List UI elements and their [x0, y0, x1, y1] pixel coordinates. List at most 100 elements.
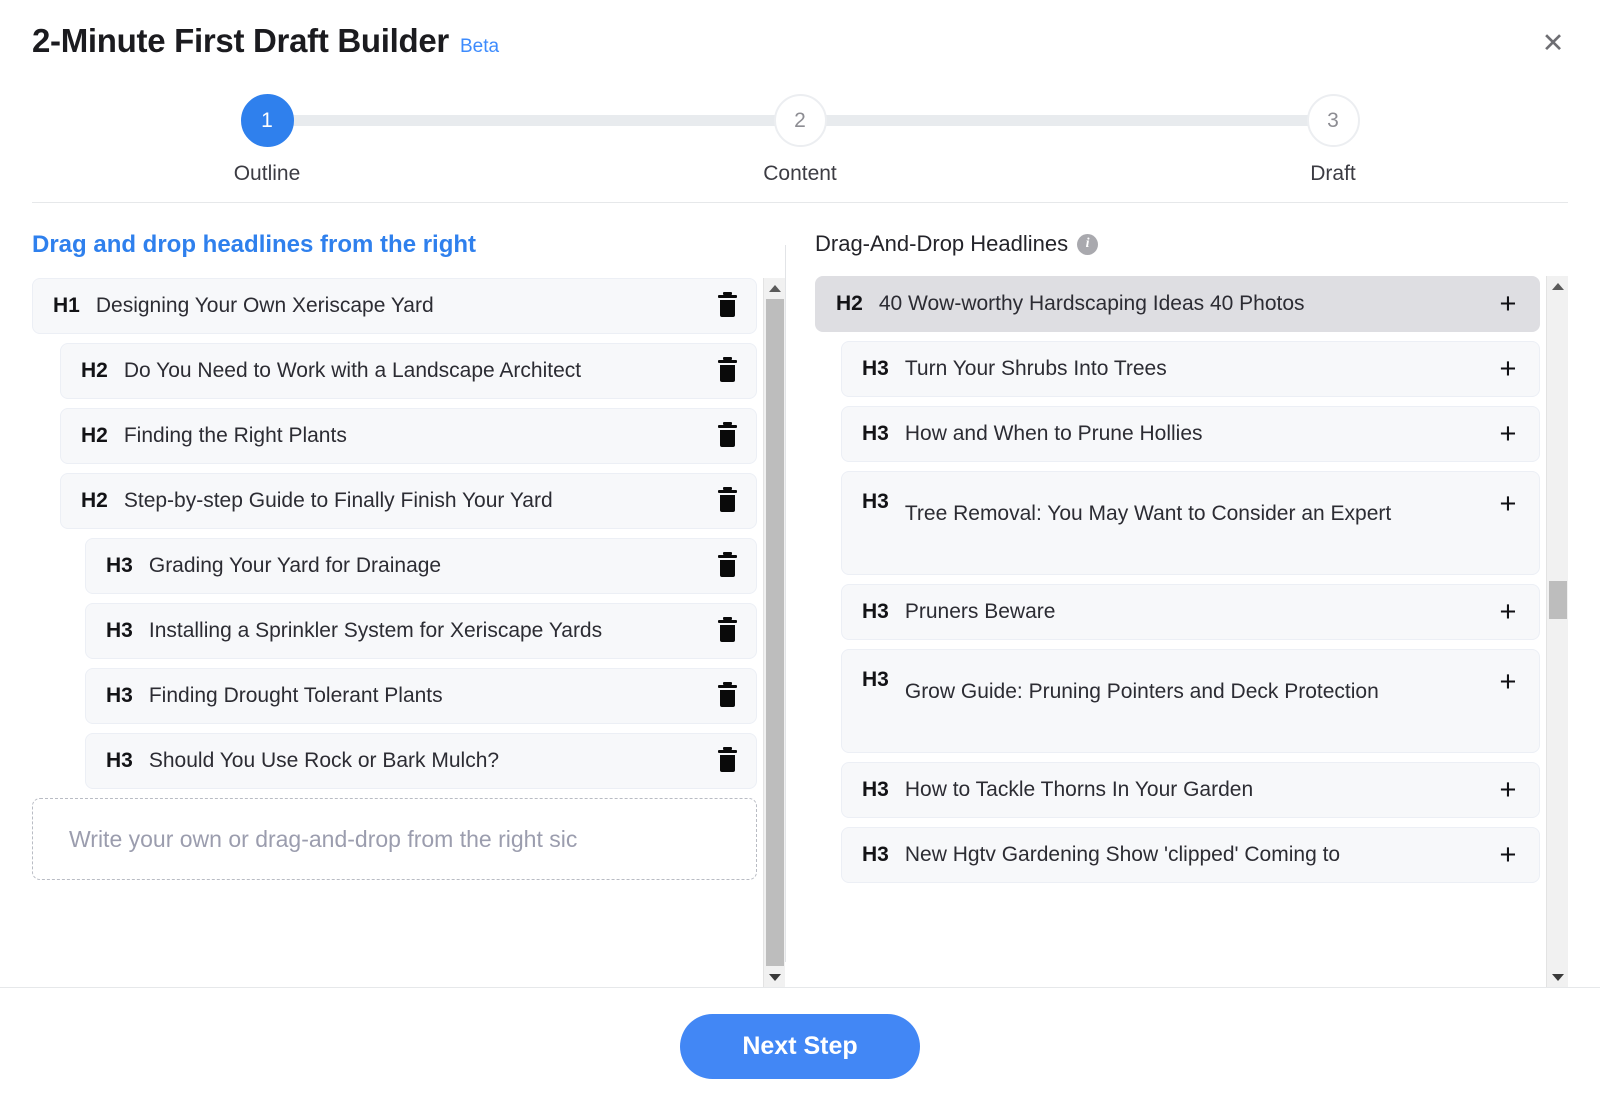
scroll-up-icon[interactable]: [764, 278, 785, 298]
heading-text: Pruners Beware: [905, 596, 1495, 629]
title-row: 2-Minute First Draft Builder Beta: [32, 22, 1568, 60]
step-number-3: 3: [1307, 94, 1360, 147]
trash-icon[interactable]: [714, 295, 740, 317]
heading-tag: H3: [842, 488, 905, 514]
trash-icon[interactable]: [714, 750, 740, 772]
modal-footer: Next Step: [0, 987, 1600, 1109]
step-draft[interactable]: 3 Draft: [1248, 94, 1418, 186]
beta-badge: Beta: [460, 36, 499, 58]
scroll-up-icon[interactable]: [1547, 276, 1568, 296]
plus-icon[interactable]: +: [1495, 776, 1521, 805]
step-label-3: Draft: [1310, 162, 1356, 186]
close-icon[interactable]: ✕: [1536, 26, 1570, 60]
heading-text: Finding Drought Tolerant Plants: [149, 680, 714, 713]
trash-icon[interactable]: [714, 360, 740, 382]
stepper: 1 Outline 2 Content 3 Draft: [182, 94, 1418, 190]
plus-icon[interactable]: +: [1495, 290, 1521, 319]
heading-text: How to Tackle Thorns In Your Garden: [905, 774, 1495, 807]
plus-icon[interactable]: +: [1495, 598, 1521, 627]
heading-text: Turn Your Shrubs Into Trees: [905, 353, 1495, 386]
step-outline[interactable]: 1 Outline: [182, 94, 352, 186]
trash-icon[interactable]: [714, 555, 740, 577]
page-title: 2-Minute First Draft Builder: [32, 22, 449, 60]
heading-text: Step-by-step Guide to Finally Finish You…: [124, 485, 714, 518]
step-number-1: 1: [241, 94, 294, 147]
heading-tag: H3: [842, 666, 905, 692]
plus-icon[interactable]: +: [1495, 666, 1521, 697]
modal-header: 2-Minute First Draft Builder Beta ✕ 1 Ou…: [0, 0, 1600, 190]
step-number-2: 2: [774, 94, 827, 147]
first-draft-builder-modal: 2-Minute First Draft Builder Beta ✕ 1 Ou…: [0, 0, 1600, 1109]
scrollbar-thumb[interactable]: [766, 299, 784, 966]
write-your-own-input[interactable]: Write your own or drag-and-drop from the…: [32, 798, 757, 880]
heading-text: Should You Use Rock or Bark Mulch?: [149, 745, 714, 778]
suggestion-row[interactable]: H3 Grow Guide: Pruning Pointers and Deck…: [841, 649, 1540, 753]
panel-divider: [785, 245, 786, 962]
heading-tag: H3: [842, 843, 905, 867]
heading-text: Finding the Right Plants: [124, 420, 714, 453]
heading-tag: H3: [86, 749, 149, 773]
heading-tag: H3: [842, 600, 905, 624]
outline-list-wrap: H1 Designing Your Own Xeriscape Yard H2 …: [32, 278, 785, 987]
heading-text: Do You Need to Work with a Landscape Arc…: [124, 355, 714, 388]
suggestion-row[interactable]: H2 40 Wow-worthy Hardscaping Ideas 40 Ph…: [815, 276, 1540, 332]
scroll-down-icon[interactable]: [1547, 967, 1568, 987]
suggestions-list-wrap: H2 40 Wow-worthy Hardscaping Ideas 40 Ph…: [815, 276, 1568, 987]
heading-tag: H3: [86, 684, 149, 708]
suggestion-row[interactable]: H3 Turn Your Shrubs Into Trees +: [841, 341, 1540, 397]
heading-text: New Hgtv Gardening Show 'clipped' Coming…: [905, 839, 1495, 872]
suggestions-panel-heading: Drag-And-Drop Headlines i: [815, 231, 1568, 257]
info-icon[interactable]: i: [1077, 234, 1098, 255]
heading-tag: H3: [842, 357, 905, 381]
outline-panel: Drag and drop headlines from the right H…: [32, 203, 785, 987]
outline-row[interactable]: H2 Do You Need to Work with a Landscape …: [60, 343, 757, 399]
step-content[interactable]: 2 Content: [715, 94, 885, 186]
suggestions-panel: Drag-And-Drop Headlines i H2 40 Wow-wort…: [785, 203, 1568, 987]
heading-tag: H2: [61, 424, 124, 448]
heading-tag: H1: [33, 294, 96, 318]
outline-row[interactable]: H3 Finding Drought Tolerant Plants: [85, 668, 757, 724]
outline-row[interactable]: H1 Designing Your Own Xeriscape Yard: [32, 278, 757, 334]
trash-icon[interactable]: [714, 425, 740, 447]
outline-panel-heading: Drag and drop headlines from the right: [32, 231, 785, 259]
heading-tag: H2: [816, 292, 879, 316]
heading-tag: H3: [842, 422, 905, 446]
trash-icon[interactable]: [714, 620, 740, 642]
heading-text: Installing a Sprinkler System for Xerisc…: [149, 615, 714, 648]
scroll-down-icon[interactable]: [764, 967, 785, 987]
heading-tag: H3: [86, 554, 149, 578]
trash-icon[interactable]: [714, 490, 740, 512]
suggestions-list: H2 40 Wow-worthy Hardscaping Ideas 40 Ph…: [815, 276, 1540, 987]
heading-tag: H2: [61, 489, 124, 513]
step-label-2: Content: [763, 162, 837, 186]
suggestion-row[interactable]: H3 Pruners Beware +: [841, 584, 1540, 640]
heading-text: Tree Removal: You May Want to Consider a…: [905, 488, 1495, 539]
heading-text: Designing Your Own Xeriscape Yard: [96, 290, 714, 323]
outline-scrollbar[interactable]: [763, 278, 785, 987]
scrollbar-thumb[interactable]: [1549, 581, 1567, 619]
suggestion-row[interactable]: H3 Tree Removal: You May Want to Conside…: [841, 471, 1540, 575]
heading-text: Grading Your Yard for Drainage: [149, 550, 714, 583]
next-step-button[interactable]: Next Step: [680, 1014, 919, 1079]
outline-row[interactable]: H3 Should You Use Rock or Bark Mulch?: [85, 733, 757, 789]
outline-row[interactable]: H3 Grading Your Yard for Drainage: [85, 538, 757, 594]
suggestion-row[interactable]: H3 New Hgtv Gardening Show 'clipped' Com…: [841, 827, 1540, 883]
outline-row[interactable]: H3 Installing a Sprinkler System for Xer…: [85, 603, 757, 659]
plus-icon[interactable]: +: [1495, 420, 1521, 449]
trash-icon[interactable]: [714, 685, 740, 707]
heading-text: 40 Wow-worthy Hardscaping Ideas 40 Photo…: [879, 288, 1495, 321]
heading-tag: H3: [86, 619, 149, 643]
modal-body: Drag and drop headlines from the right H…: [0, 203, 1600, 987]
outline-list: H1 Designing Your Own Xeriscape Yard H2 …: [32, 278, 757, 987]
plus-icon[interactable]: +: [1495, 355, 1521, 384]
suggestions-heading-label: Drag-And-Drop Headlines: [815, 231, 1068, 257]
outline-row[interactable]: H2 Finding the Right Plants: [60, 408, 757, 464]
plus-icon[interactable]: +: [1495, 488, 1521, 519]
suggestion-row[interactable]: H3 How and When to Prune Hollies +: [841, 406, 1540, 462]
heading-tag: H2: [61, 359, 124, 383]
outline-row[interactable]: H2 Step-by-step Guide to Finally Finish …: [60, 473, 757, 529]
heading-tag: H3: [842, 778, 905, 802]
suggestions-scrollbar[interactable]: [1546, 276, 1568, 987]
plus-icon[interactable]: +: [1495, 841, 1521, 870]
suggestion-row[interactable]: H3 How to Tackle Thorns In Your Garden +: [841, 762, 1540, 818]
